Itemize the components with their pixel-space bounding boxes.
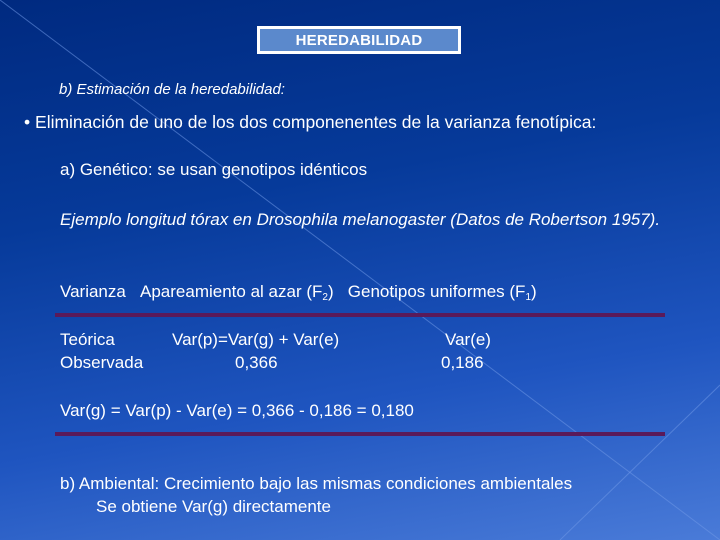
row-teorica-f2: Var(p)=Var(g) + Var(e) <box>172 330 340 349</box>
row-teorica-label: Teórica <box>60 330 115 349</box>
row-teorica-f1: Var(e) <box>445 330 491 349</box>
table-divider-bottom <box>55 432 665 436</box>
slide-title: HEREDABILIDAD <box>257 26 461 54</box>
header-varianza: Varianza <box>60 282 126 301</box>
genetic-method: a) Genético: se usan genotipos idénticos <box>60 160 368 179</box>
environmental-method-detail: Se obtiene Var(g) directamente <box>96 497 331 516</box>
bullet-item: • Eliminación de uno de los dos componen… <box>24 112 596 132</box>
row-observada-label: Observada <box>60 353 144 372</box>
row-observada-f2: 0,366 <box>235 353 278 372</box>
header-f1-close: ) <box>531 282 537 301</box>
bullet-text: Eliminación de uno de los dos componenen… <box>35 112 597 132</box>
bullet-marker: • <box>24 112 31 132</box>
section-subtitle: b) Estimación de la heredabilidad: <box>59 81 285 98</box>
table-divider-top <box>55 313 665 317</box>
header-f1: Genotipos uniformes (F1) <box>347 282 537 303</box>
diagonal-line-2 <box>559 384 720 540</box>
variance-calculation: Var(g) = Var(p) - Var(e) = 0,366 - 0,186… <box>60 401 414 420</box>
header-f2-text: Apareamiento al azar (F <box>140 282 323 301</box>
example-text: Ejemplo longitud tórax en Drosophila mel… <box>60 210 661 229</box>
header-f1-text: Genotipos uniformes (F <box>347 282 526 301</box>
header-f2: Apareamiento al azar (F2) <box>140 282 334 303</box>
row-observada-f1: 0,186 <box>441 353 484 372</box>
header-f2-close: ) <box>327 282 334 301</box>
table-header: Varianza Apareamiento al azar (F2) Genot… <box>60 282 537 308</box>
environmental-method: b) Ambiental: Crecimiento bajo las misma… <box>60 474 573 493</box>
